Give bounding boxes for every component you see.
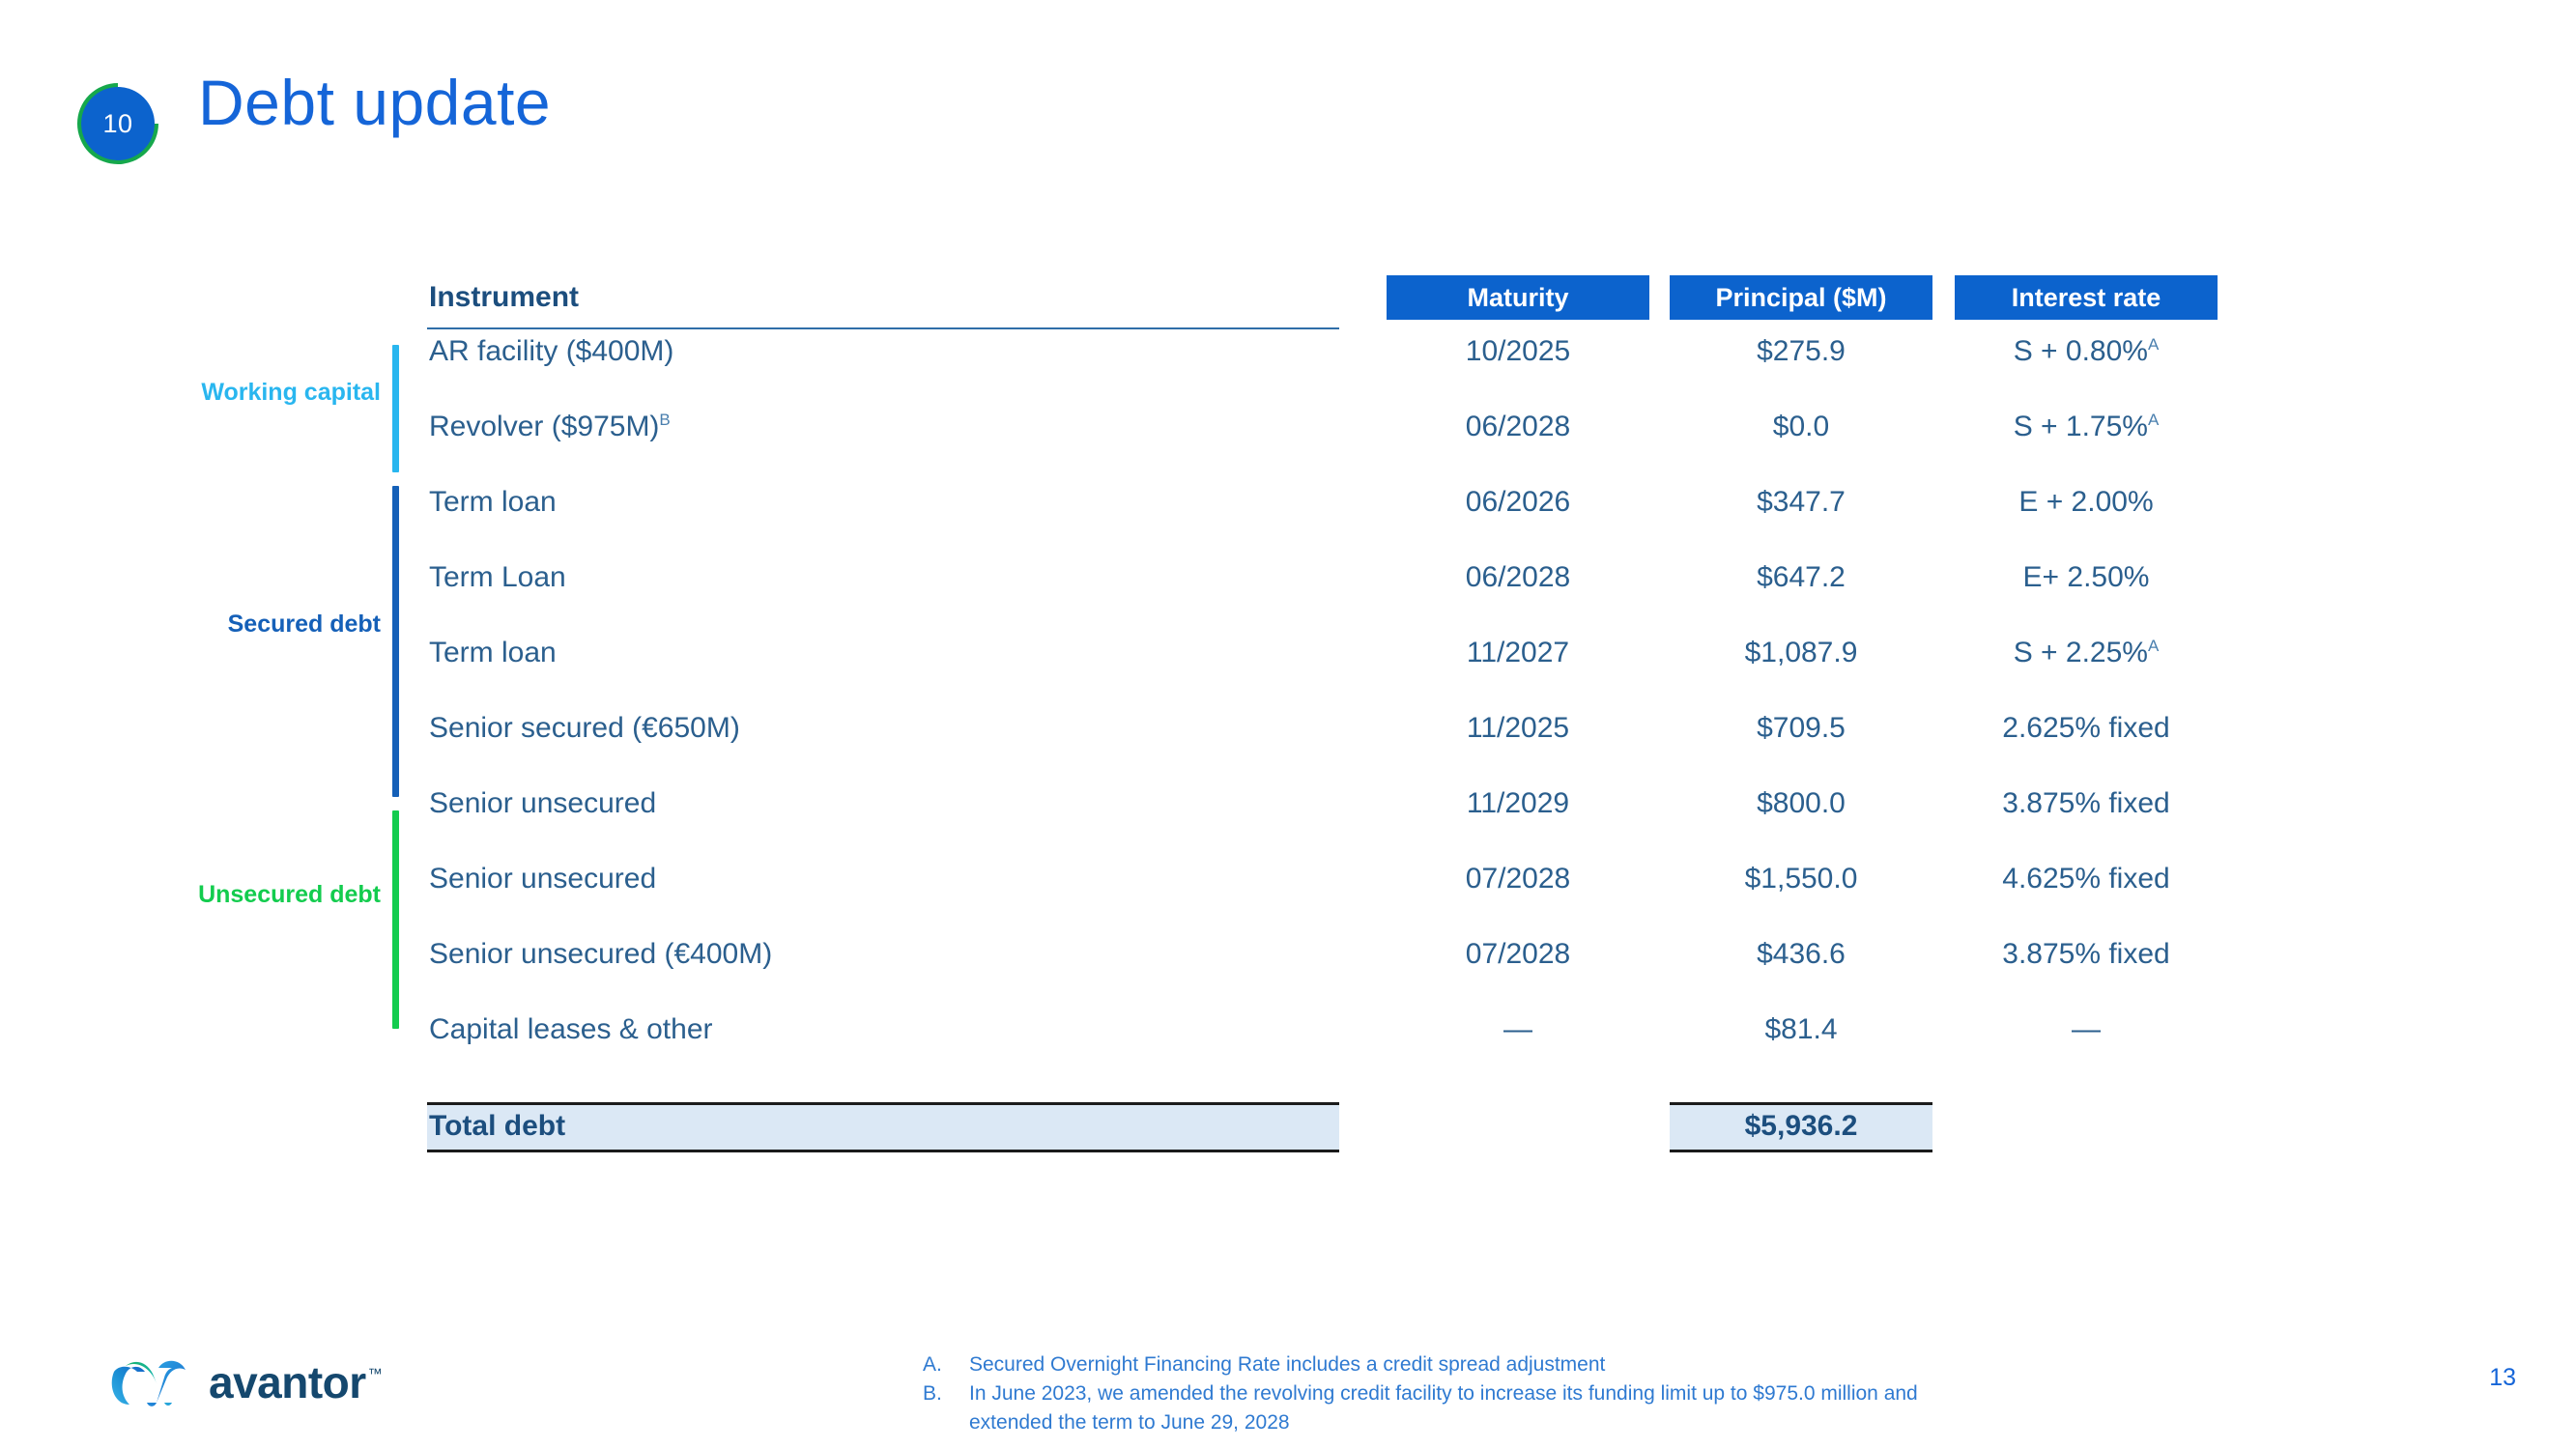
cell-instrument: Senior unsecured (€400M) <box>429 938 773 970</box>
total-principal-value: $5,936.2 <box>1744 1110 1858 1142</box>
cell-instrument: Term Loan <box>429 561 566 593</box>
page-title: Debt update <box>198 67 552 138</box>
cell-maturity: 07/2028 <box>1465 863 1571 895</box>
cell-principal: $800.0 <box>1757 787 1846 819</box>
total-label: Total debt <box>429 1110 566 1142</box>
cell-instrument: Senior secured (€650M) <box>429 712 740 744</box>
total-row: Total debt $5,936.2 <box>0 1102 2576 1162</box>
column-header-maturity: Maturity <box>1387 275 1649 320</box>
avantor-wordmark: avantor <box>209 1357 366 1407</box>
cell-principal: $709.5 <box>1757 712 1846 744</box>
table-row: Senior unsecured (€400M) 07/2028 $436.6 3.8… <box>0 938 2576 1013</box>
avantor-mark-icon <box>111 1360 186 1406</box>
cell-interest-rate: — <box>2072 1013 2101 1045</box>
cell-interest-rate: E + 2.00% <box>2018 486 2154 518</box>
column-header-principal: Principal ($M) <box>1670 275 1932 320</box>
cell-principal: $275.9 <box>1757 335 1846 367</box>
footnote-item: B. In June 2023, we amended the revolving… <box>923 1379 1926 1437</box>
slide-number-badge-label: 10 <box>102 108 133 138</box>
cell-interest-rate: 4.625% fixed <box>2002 863 2170 895</box>
cell-instrument: Senior unsecured <box>429 787 657 819</box>
table-row: Term loan 11/2027 $1,087.9 S + 2.25%A <box>0 637 2576 712</box>
table-row: Revolver ($975M)B 06/2028 $0.0 S + 1.75%A <box>0 411 2576 486</box>
footnote-marker: B <box>659 411 671 429</box>
cell-principal: $81.4 <box>1764 1013 1838 1045</box>
cell-instrument: Senior unsecured <box>429 863 657 895</box>
cell-maturity: 11/2025 <box>1466 712 1570 744</box>
cell-interest-rate: S + 0.80%A <box>2013 335 2160 367</box>
table-row: Capital leases & other — $81.4 — <box>0 1013 2576 1089</box>
cell-maturity: 11/2027 <box>1466 637 1570 668</box>
footnote-marker: A <box>2147 637 2160 655</box>
cell-instrument: AR facility ($400M) <box>429 335 674 367</box>
cell-interest-rate: 3.875% fixed <box>2002 787 2170 819</box>
cell-interest-rate: 3.875% fixed <box>2002 938 2170 970</box>
trademark-symbol: ™ <box>367 1365 383 1382</box>
cell-interest-rate: S + 1.75%A <box>2013 411 2160 442</box>
cell-maturity: — <box>1503 1013 1532 1045</box>
cell-principal: $647.2 <box>1757 561 1846 593</box>
cell-maturity: 07/2028 <box>1465 938 1571 970</box>
table-row: Term Loan 06/2028 $647.2 E+ 2.50% <box>0 561 2576 637</box>
cell-maturity: 06/2028 <box>1465 561 1571 593</box>
cell-interest-rate: E+ 2.50% <box>2022 561 2150 593</box>
slide-number-badge: 10 <box>77 83 158 164</box>
column-header-interest-rate: Interest rate <box>1955 275 2218 320</box>
cell-maturity: 06/2028 <box>1465 411 1571 442</box>
cell-maturity: 11/2029 <box>1466 787 1570 819</box>
cell-principal: $1,087.9 <box>1744 637 1858 668</box>
cell-instrument: Term loan <box>429 486 557 518</box>
cell-maturity: 10/2025 <box>1465 335 1571 367</box>
cell-interest-rate: S + 2.25%A <box>2013 637 2160 668</box>
table-row: Senior secured (€650M) 11/2025 $709.5 2.625… <box>0 712 2576 787</box>
footnote-item: A. Secured Overnight Financing Rate inclu… <box>923 1350 1926 1379</box>
footnote-marker: A <box>2147 411 2160 429</box>
footnote-marker: A <box>2147 335 2160 354</box>
footnote-text: In June 2023, we amended the revolving c… <box>969 1381 1918 1434</box>
cell-principal: $1,550.0 <box>1744 863 1858 895</box>
footnote-mark: B. <box>923 1381 942 1405</box>
avantor-logo: avantor ™ <box>108 1352 383 1412</box>
page-number: 13 <box>2489 1364 2516 1391</box>
column-header-instrument: Instrument <box>429 281 580 313</box>
footnotes: A. Secured Overnight Financing Rate inclu… <box>923 1350 1926 1436</box>
debt-table: Instrument Maturity Principal ($M) Inter… <box>0 275 2576 1162</box>
cell-instrument: Capital leases & other <box>429 1013 713 1045</box>
table-row: AR facility ($400M) 10/2025 $275.9 S + 0.80… <box>0 335 2576 411</box>
table-header-row: Instrument Maturity Principal ($M) Inter… <box>0 275 2576 335</box>
table-row: Senior unsecured 07/2028 $1,550.0 4.625% fi… <box>0 863 2576 938</box>
table-row: Senior unsecured 11/2029 $800.0 3.875% fixe… <box>0 787 2576 863</box>
table-row: Term loan 06/2026 $347.7 E + 2.00% <box>0 486 2576 561</box>
cell-principal: $436.6 <box>1757 938 1846 970</box>
instrument-header-rule <box>427 327 1339 329</box>
cell-principal: $0.0 <box>1772 411 1830 442</box>
cell-interest-rate: 2.625% fixed <box>2002 712 2170 744</box>
footnote-text: Secured Overnight Financing Rate include… <box>969 1353 1606 1376</box>
cell-instrument: Revolver ($975M)B <box>429 411 671 442</box>
table-body: AR facility ($400M) 10/2025 $275.9 S + 0.80… <box>0 335 2576 1089</box>
footnote-mark: A. <box>923 1353 942 1376</box>
slide-header: 10 Debt update <box>0 0 2576 193</box>
cell-maturity: 06/2026 <box>1465 486 1571 518</box>
cell-instrument: Term loan <box>429 637 557 668</box>
cell-principal: $347.7 <box>1757 486 1846 518</box>
